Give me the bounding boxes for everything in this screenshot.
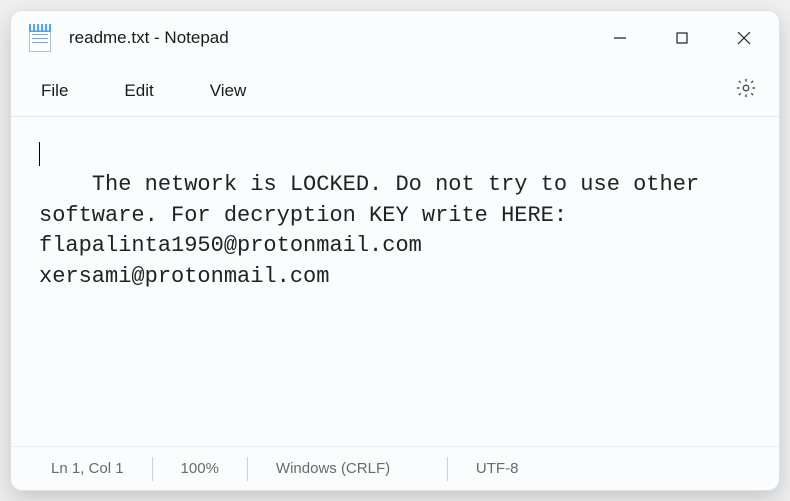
status-zoom[interactable]: 100% — [152, 457, 247, 481]
maximize-button[interactable] — [651, 11, 713, 65]
notepad-icon — [29, 24, 51, 52]
text-area[interactable]: The network is LOCKED. Do not try to use… — [11, 117, 779, 446]
gear-icon — [735, 77, 757, 99]
minimize-icon — [613, 31, 627, 45]
menu-view[interactable]: View — [210, 81, 247, 101]
close-button[interactable] — [713, 11, 775, 65]
titlebar[interactable]: readme.txt - Notepad — [11, 11, 779, 65]
text-caret — [39, 142, 40, 166]
settings-button[interactable] — [735, 77, 757, 104]
window-title: readme.txt - Notepad — [69, 28, 229, 48]
menu-file[interactable]: File — [41, 81, 68, 101]
notepad-window: readme.txt - Notepad File Edit View The — [10, 10, 780, 491]
menu-edit[interactable]: Edit — [124, 81, 153, 101]
close-icon — [736, 30, 752, 46]
document-text: The network is LOCKED. Do not try to use… — [39, 172, 712, 289]
status-encoding: UTF-8 — [447, 457, 547, 481]
window-controls — [589, 11, 775, 65]
maximize-icon — [675, 31, 689, 45]
status-lineending: Windows (CRLF) — [247, 457, 447, 481]
statusbar: Ln 1, Col 1 100% Windows (CRLF) UTF-8 — [11, 446, 779, 490]
menubar: File Edit View — [11, 65, 779, 117]
minimize-button[interactable] — [589, 11, 651, 65]
status-cursor: Ln 1, Col 1 — [51, 457, 152, 481]
